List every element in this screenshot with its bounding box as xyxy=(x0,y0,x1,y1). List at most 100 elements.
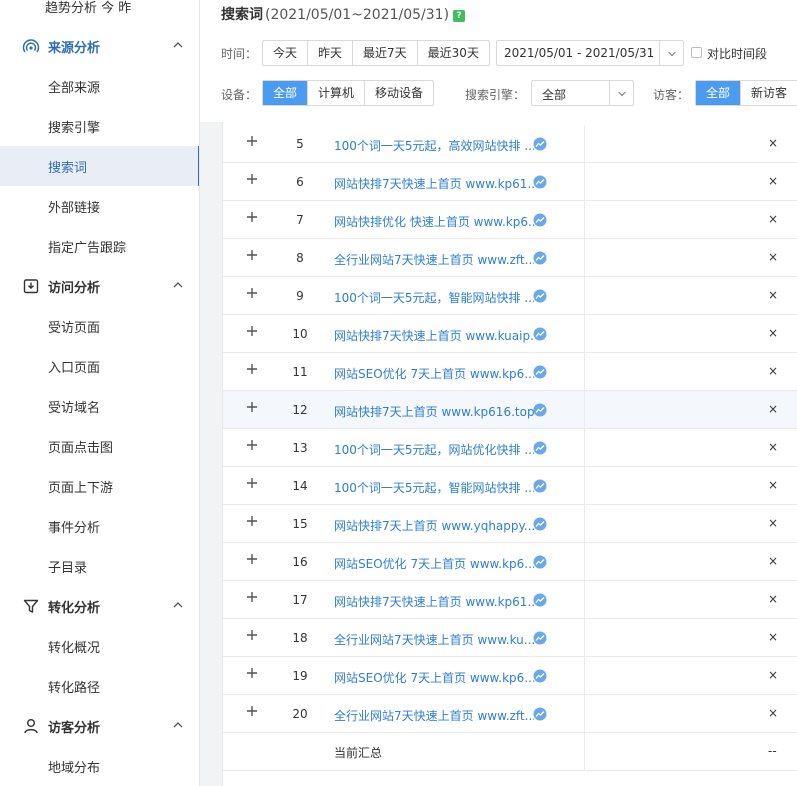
sidebar-item-conversion-path[interactable]: 转化路径 xyxy=(0,666,199,706)
trend-chart-icon[interactable] xyxy=(533,669,547,683)
trend-chart-icon[interactable] xyxy=(533,441,547,455)
trend-chart-icon[interactable] xyxy=(533,517,547,531)
sidebar-item-event-analysis[interactable]: 事件分析 xyxy=(0,506,199,546)
sidebar-item-external-links[interactable]: 外部链接 xyxy=(0,186,199,226)
keyword-link[interactable]: 网站快排7天快速上首页 www.kp61... xyxy=(334,175,534,192)
sidebar-item-trend[interactable]: 趋势分析 今 昨 xyxy=(45,0,131,16)
date-range-picker[interactable]: 2021/05/01 - 2021/05/31 xyxy=(496,40,684,66)
keyword-link[interactable]: 全行业网站7天快速上首页 www.zft... xyxy=(334,707,534,724)
visitor-new-button[interactable]: 新访客 xyxy=(741,81,797,105)
keyword-link[interactable]: 网站快排7天上首页 www.yqhappy.... xyxy=(334,517,534,534)
keyword-link[interactable]: 100个词一天5元起，网站优化快排 ... xyxy=(334,441,534,458)
keyword-link[interactable]: 网站快排优化 快速上首页 www.kp6... xyxy=(334,213,534,230)
keyword-link[interactable]: 网站SEO优化 7天上首页 www.kp6... xyxy=(334,365,534,382)
expand-plus-icon[interactable] xyxy=(246,591,258,603)
sidebar-item-visited-pages[interactable]: 受访页面 xyxy=(0,306,199,346)
sidebar-item-search-terms[interactable]: 搜索词 xyxy=(0,146,199,186)
table-row[interactable]: 7 网站快排优化 快速上首页 www.kp6... × xyxy=(223,201,797,239)
table-row[interactable]: 16 网站SEO优化 7天上首页 www.kp6... × xyxy=(223,543,797,581)
trend-chart-icon[interactable] xyxy=(533,175,547,189)
keyword-link[interactable]: 100个词一天5元起，智能网站快排 ... xyxy=(334,479,534,496)
expand-plus-icon[interactable] xyxy=(246,211,258,223)
table-row[interactable]: 14 100个词一天5元起，智能网站快排 ... × xyxy=(223,467,797,505)
engine-select[interactable]: 全部 xyxy=(531,80,634,106)
table-row[interactable]: 5 100个词一天5元起，高效网站快排 ... × xyxy=(223,125,797,163)
expand-plus-icon[interactable] xyxy=(246,515,258,527)
trend-chart-icon[interactable] xyxy=(533,479,547,493)
sidebar-item-search-engines[interactable]: 搜索引擎 xyxy=(0,106,199,146)
trend-chart-icon[interactable] xyxy=(533,289,547,303)
time-yesterday-button[interactable]: 昨天 xyxy=(308,41,354,65)
expand-plus-icon[interactable] xyxy=(246,553,258,565)
expand-plus-icon[interactable] xyxy=(246,667,258,679)
sidebar-group-source[interactable]: 来源分析 xyxy=(0,26,199,66)
engine-label: 搜索引擎： xyxy=(465,88,526,102)
time-7days-button[interactable]: 最近7天 xyxy=(353,41,418,65)
trend-chart-icon[interactable] xyxy=(533,213,547,227)
trend-chart-icon[interactable] xyxy=(533,327,547,341)
expand-plus-icon[interactable] xyxy=(246,401,258,413)
time-30days-button[interactable]: 最近30天 xyxy=(418,41,489,65)
sidebar-item-click-map[interactable]: 页面点击图 xyxy=(0,426,199,466)
table-row[interactable]: 15 网站快排7天上首页 www.yqhappy.... × xyxy=(223,505,797,543)
trend-chart-icon[interactable] xyxy=(533,251,547,265)
trend-chart-icon[interactable] xyxy=(533,137,547,151)
trend-chart-icon[interactable] xyxy=(533,631,547,645)
table-row[interactable]: 13 100个词一天5元起，网站优化快排 ... × xyxy=(223,429,797,467)
sidebar-item-geo-distribution[interactable]: 地域分布 xyxy=(0,746,199,786)
keyword-link[interactable]: 网站快排7天快速上首页 www.kuaip... xyxy=(334,327,534,344)
sidebar-group-visits[interactable]: 访问分析 xyxy=(0,266,199,306)
expand-plus-icon[interactable] xyxy=(246,439,258,451)
compare-checkbox[interactable] xyxy=(691,47,702,58)
keyword-link[interactable]: 网站SEO优化 7天上首页 www.kp6... xyxy=(334,669,534,686)
table-row[interactable]: 17 网站快排7天快速上首页 www.kp61... × xyxy=(223,581,797,619)
table-row[interactable]: 6 网站快排7天快速上首页 www.kp61... × xyxy=(223,163,797,201)
table-row[interactable]: 20 全行业网站7天快速上首页 www.zft... × xyxy=(223,695,797,733)
table-row[interactable]: 19 网站SEO优化 7天上首页 www.kp6... × xyxy=(223,657,797,695)
sidebar-item-visited-domains[interactable]: 受访域名 xyxy=(0,386,199,426)
keyword-link[interactable]: 网站快排7天快速上首页 www.kp61... xyxy=(334,593,534,610)
trend-chart-icon[interactable] xyxy=(533,365,547,379)
sidebar-item-ad-tracking[interactable]: 指定广告跟踪 xyxy=(0,226,199,266)
table-row[interactable]: 18 全行业网站7天快速上首页 www.ku... × xyxy=(223,619,797,657)
table-row[interactable]: 11 网站SEO优化 7天上首页 www.kp6... × xyxy=(223,353,797,391)
expand-plus-icon[interactable] xyxy=(246,249,258,261)
keyword-link[interactable]: 网站SEO优化 7天上首页 www.kp6... xyxy=(334,555,534,572)
sidebar-group-conversion[interactable]: 转化分析 xyxy=(0,586,199,626)
expand-plus-icon[interactable] xyxy=(246,135,258,147)
sidebar-item-conversion-overview[interactable]: 转化概况 xyxy=(0,626,199,666)
trend-chart-icon[interactable] xyxy=(533,707,547,721)
expand-plus-icon[interactable] xyxy=(246,363,258,375)
device-all-button[interactable]: 全部 xyxy=(263,81,309,105)
help-icon[interactable]: ? xyxy=(453,10,466,22)
trend-chart-icon[interactable] xyxy=(533,403,547,417)
table-row[interactable]: 9 100个词一天5元起，智能网站快排 ... × xyxy=(223,277,797,315)
keyword-link[interactable]: 100个词一天5元起，智能网站快排 ... xyxy=(334,289,534,306)
trend-chart-icon[interactable] xyxy=(533,555,547,569)
keyword-link[interactable]: 网站快排7天上首页 www.kp616.top xyxy=(334,403,534,420)
sidebar-item-all-sources[interactable]: 全部来源 xyxy=(0,66,199,106)
column-divider xyxy=(584,239,585,277)
device-mobile-button[interactable]: 移动设备 xyxy=(365,81,433,105)
time-today-button[interactable]: 今天 xyxy=(263,41,309,65)
expand-plus-icon[interactable] xyxy=(246,477,258,489)
expand-plus-icon[interactable] xyxy=(246,705,258,717)
table-row[interactable]: 8 全行业网站7天快速上首页 www.zft... × xyxy=(223,239,797,277)
keyword-link[interactable]: 全行业网站7天快速上首页 www.zft... xyxy=(334,251,534,268)
sidebar-item-subdirectory[interactable]: 子目录 xyxy=(0,546,199,586)
sidebar-item-entry-pages[interactable]: 入口页面 xyxy=(0,346,199,386)
expand-plus-icon[interactable] xyxy=(246,629,258,641)
sidebar-item-page-flow[interactable]: 页面上下游 xyxy=(0,466,199,506)
trend-chart-icon[interactable] xyxy=(533,593,547,607)
keyword-link[interactable]: 100个词一天5元起，高效网站快排 ... xyxy=(334,137,534,154)
expand-plus-icon[interactable] xyxy=(246,173,258,185)
table-row[interactable]: 10 网站快排7天快速上首页 www.kuaip... × xyxy=(223,315,797,353)
device-computer-button[interactable]: 计算机 xyxy=(308,81,366,105)
expand-plus-icon[interactable] xyxy=(246,287,258,299)
expand-plus-icon[interactable] xyxy=(246,325,258,337)
table-row[interactable]: 12 网站快排7天上首页 www.kp616.top × xyxy=(223,391,797,429)
keyword-link[interactable]: 全行业网站7天快速上首页 www.ku... xyxy=(334,631,534,648)
visitor-all-button[interactable]: 全部 xyxy=(696,81,742,105)
row-index: 17 xyxy=(292,593,308,607)
sidebar-group-visitors[interactable]: 访客分析 xyxy=(0,706,199,746)
